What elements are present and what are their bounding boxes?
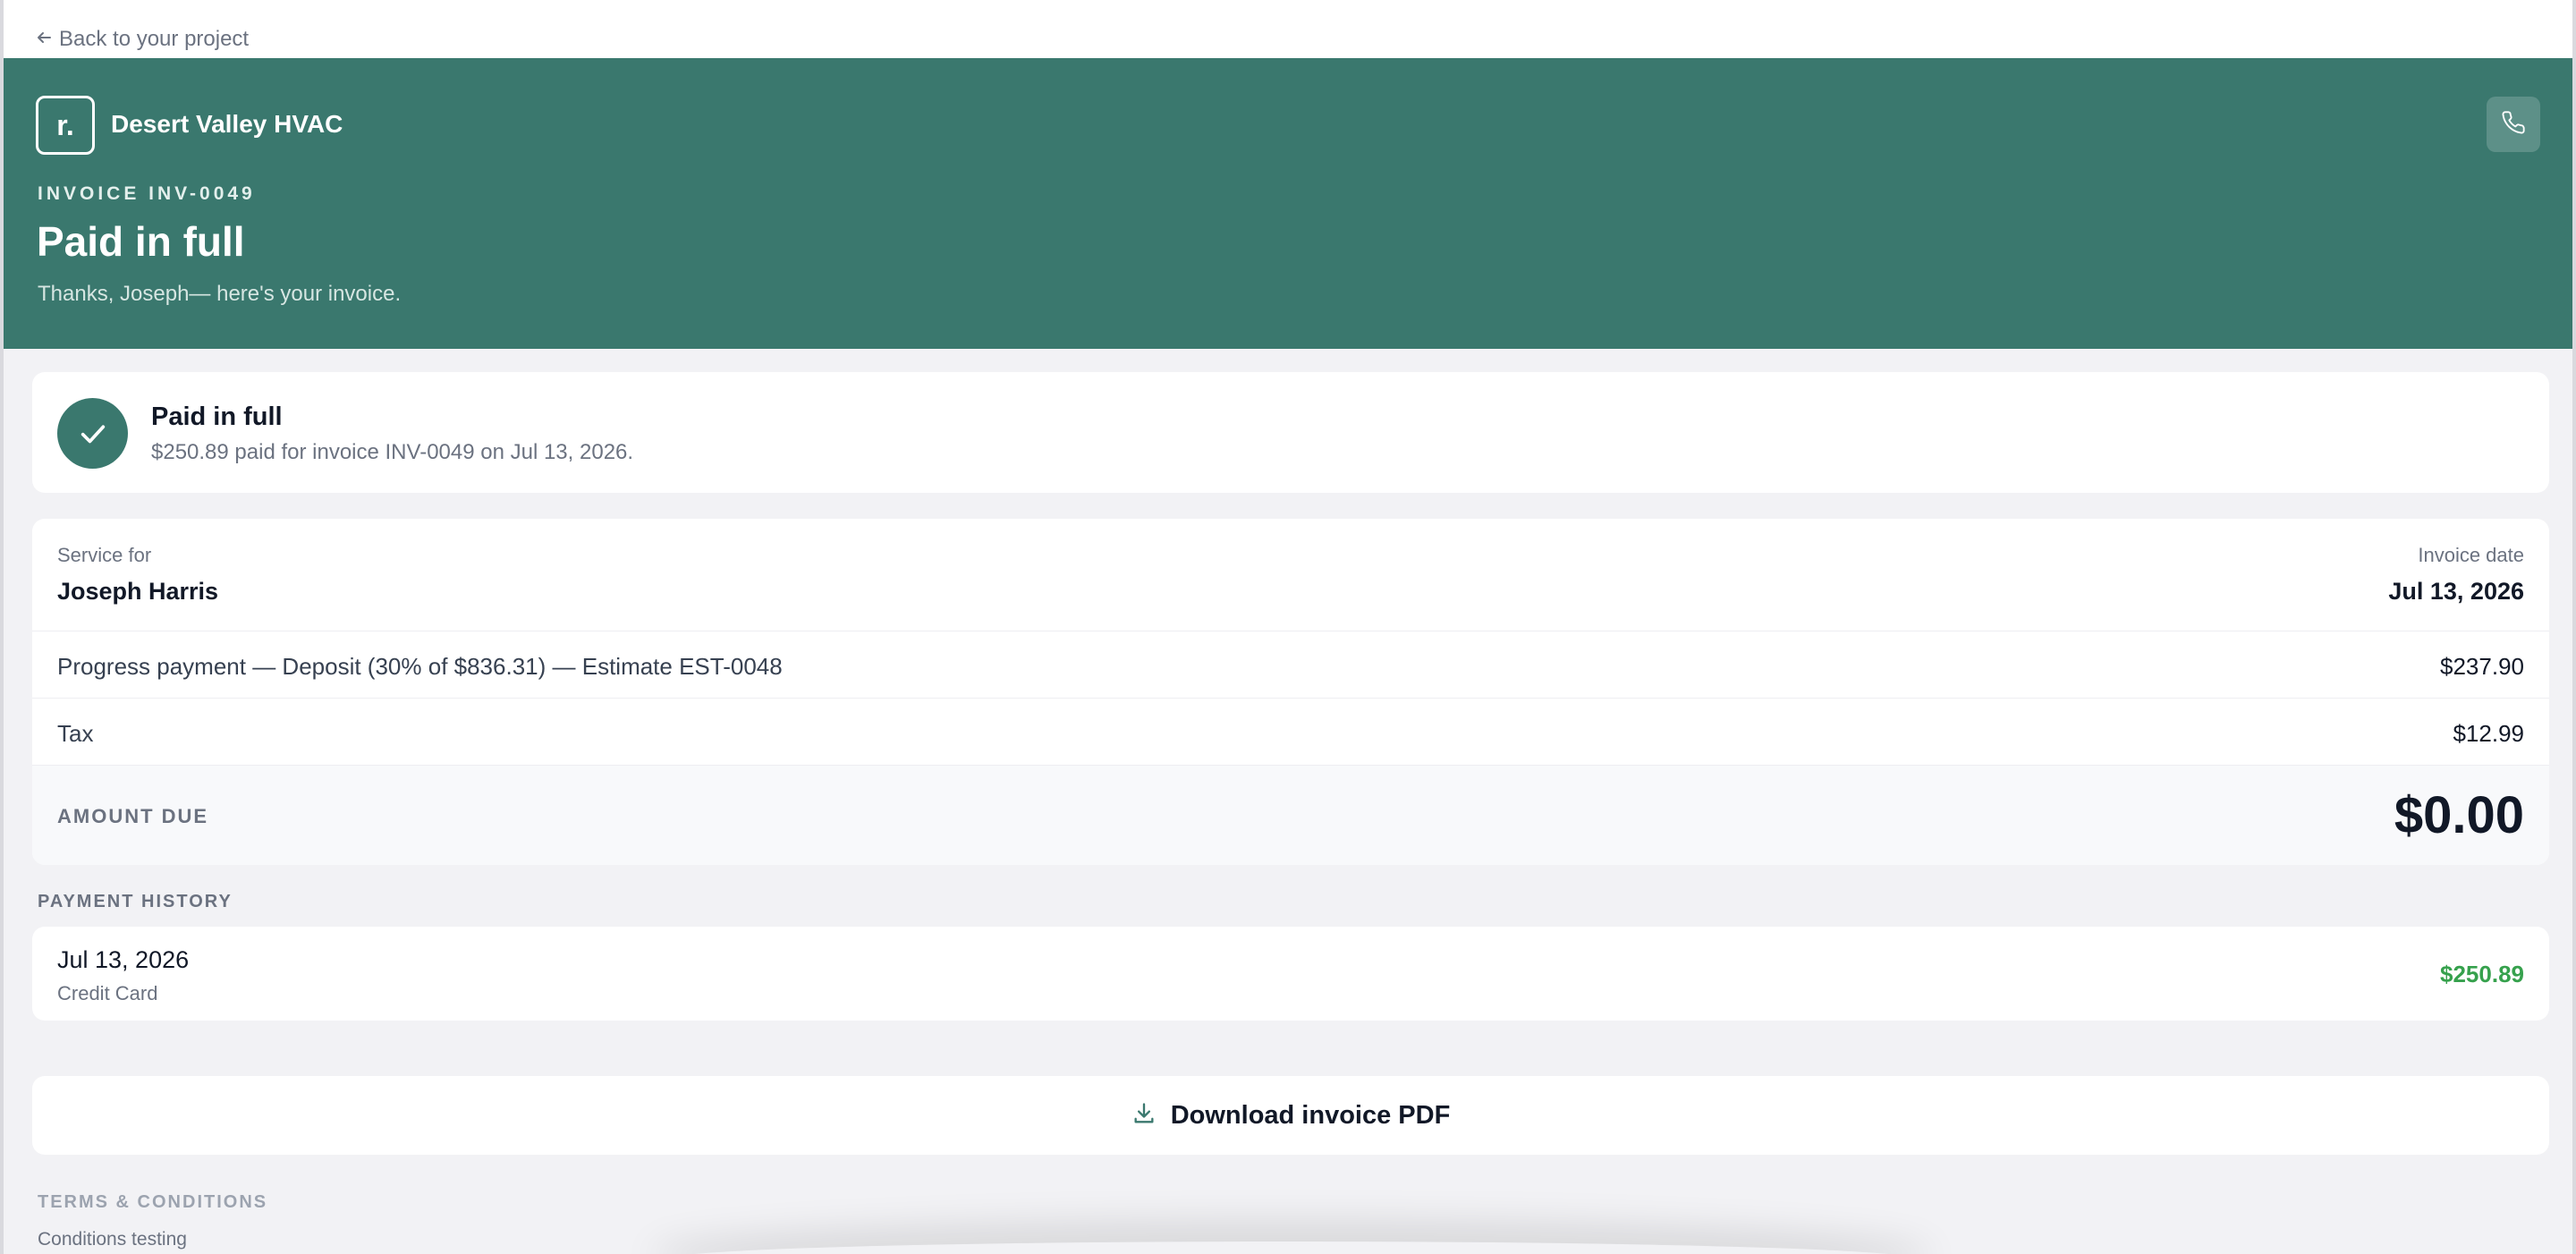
company-name: Desert Valley HVAC <box>111 110 343 138</box>
company-logo: r. <box>36 96 95 155</box>
payment-status-card: Paid in full $250.89 paid for invoice IN… <box>32 372 2549 493</box>
arrow-left-icon <box>36 29 52 50</box>
download-pdf-button[interactable]: Download invoice PDF <box>32 1076 2549 1155</box>
service-for-label: Service for <box>57 544 152 566</box>
call-button[interactable] <box>2487 97 2540 152</box>
line-item: Progress payment — Deposit (30% of $836.… <box>32 631 2549 699</box>
customer-name: Joseph Harris <box>57 578 219 605</box>
payment-method: Credit Card <box>57 982 158 1004</box>
bottom-sheet-shadow <box>665 1241 1918 1254</box>
amount-due-value: $0.00 <box>2394 786 2524 844</box>
back-to-project-link[interactable]: Back to your project <box>36 27 249 52</box>
line-item-amount: $237.90 <box>2440 653 2524 680</box>
page-title: Paid in full <box>37 218 245 265</box>
invoice-number-label: INVOICE INV-0049 <box>38 183 256 204</box>
terms-heading: TERMS & CONDITIONS <box>38 1192 268 1212</box>
status-title: Paid in full <box>151 402 283 431</box>
amount-due-row: AMOUNT DUE $0.00 <box>32 766 2549 865</box>
status-description: $250.89 paid for invoice INV-0049 on Jul… <box>151 440 634 464</box>
invoice-date-label: Invoice date <box>2418 544 2524 566</box>
payment-amount: $250.89 <box>2440 961 2524 987</box>
page: Back to your project r. Desert Valley HV… <box>0 0 2576 1254</box>
terms-text: Conditions testing <box>38 1229 187 1250</box>
invoice-meta-row: Service for Joseph Harris Invoice date J… <box>32 519 2549 631</box>
payment-history-heading: PAYMENT HISTORY <box>38 892 233 911</box>
check-icon <box>57 398 128 469</box>
line-item-amount: $12.99 <box>2453 720 2524 747</box>
phone-icon <box>2501 110 2526 140</box>
invoice-details-card: Service for Joseph Harris Invoice date J… <box>32 519 2549 865</box>
payment-date: Jul 13, 2026 <box>57 946 190 973</box>
line-item: Tax $12.99 <box>32 699 2549 766</box>
invoice-header: r. Desert Valley HVAC INVOICE INV-0049 P… <box>4 58 2572 349</box>
amount-due-label: AMOUNT DUE <box>57 805 209 827</box>
download-icon <box>1131 1101 1157 1131</box>
line-item-description: Tax <box>57 720 94 747</box>
line-item-description: Progress payment — Deposit (30% of $836.… <box>57 653 783 680</box>
download-pdf-label: Download invoice PDF <box>1170 1100 1451 1130</box>
top-bar: Back to your project <box>4 0 2572 58</box>
back-link-label: Back to your project <box>59 27 250 51</box>
page-subtitle: Thanks, Joseph— here's your invoice. <box>38 282 402 306</box>
payment-history-entry: Jul 13, 2026 Credit Card $250.89 <box>32 927 2549 1021</box>
invoice-date: Jul 13, 2026 <box>2388 578 2524 605</box>
